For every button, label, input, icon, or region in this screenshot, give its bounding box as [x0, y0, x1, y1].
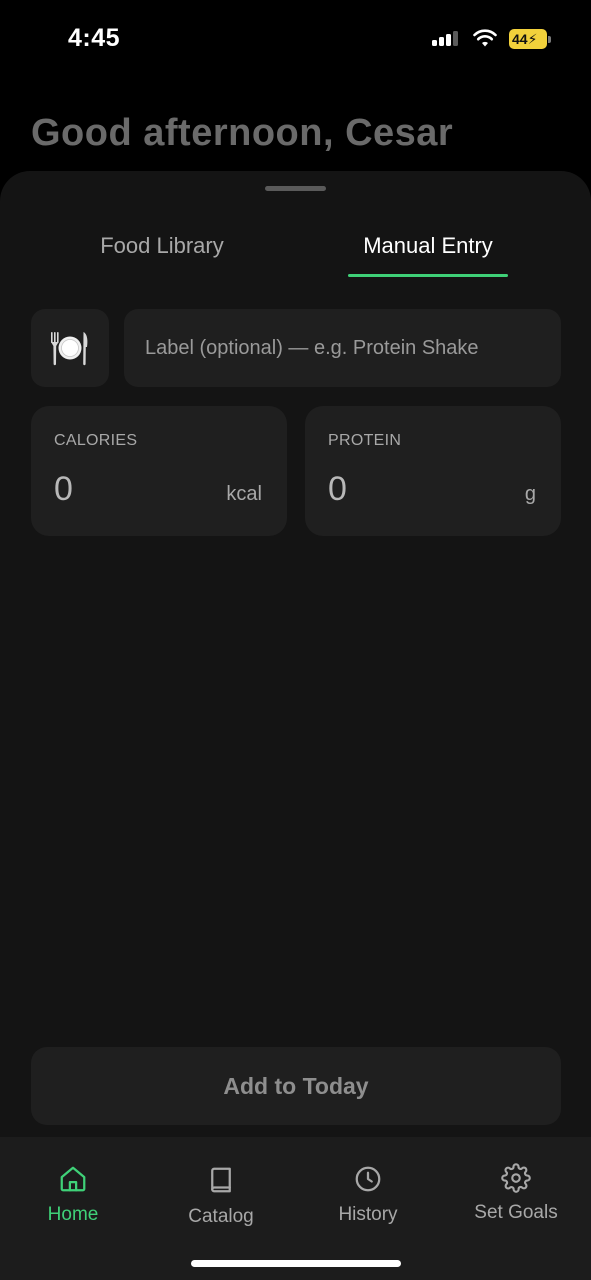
greeting-heading: Good afternoon, Cesar — [31, 112, 454, 154]
protein-label: PROTEIN — [328, 432, 402, 449]
home-indicator[interactable] — [191, 1260, 401, 1267]
clock-icon — [355, 1166, 381, 1192]
nav-label-catalog: Catalog — [188, 1206, 254, 1227]
protein-unit: g — [524, 483, 536, 505]
battery-level: 44 — [512, 31, 528, 47]
tab-food-library[interactable]: Food Library — [62, 233, 262, 259]
bottom-nav: Home Catalog History Set Goals — [0, 1137, 591, 1280]
sheet-grabber[interactable] — [265, 186, 326, 191]
calories-label: CALORIES — [54, 432, 138, 449]
home-icon — [60, 1166, 86, 1192]
nav-item-home[interactable]: Home — [3, 1137, 143, 1247]
status-time: 4:45 — [68, 24, 121, 52]
status-bar: 4:45 44⚡ — [0, 0, 591, 80]
nav-label-home: Home — [47, 1204, 99, 1225]
plate-utensils-icon — [51, 332, 88, 366]
protein-field[interactable]: PROTEIN 0 g — [305, 406, 561, 536]
nav-item-set-goals[interactable]: Set Goals — [446, 1137, 586, 1247]
calories-field[interactable]: CALORIES 0 kcal — [31, 406, 287, 536]
gear-icon — [501, 1163, 531, 1193]
cellular-signal-icon — [432, 30, 462, 46]
protein-value[interactable]: 0 — [328, 470, 347, 509]
calories-value[interactable]: 0 — [54, 470, 73, 509]
label-input[interactable] — [124, 309, 561, 387]
nav-label-history: History — [338, 1204, 398, 1225]
calories-unit: kcal — [226, 483, 262, 505]
active-tab-indicator — [348, 274, 508, 277]
food-icon-picker[interactable] — [31, 309, 109, 387]
add-to-today-button[interactable]: Add to Today — [31, 1047, 561, 1125]
tab-manual-entry[interactable]: Manual Entry — [328, 233, 528, 259]
nav-label-set-goals: Set Goals — [474, 1202, 558, 1223]
battery-icon: 44⚡ — [509, 29, 551, 49]
nav-item-history[interactable]: History — [298, 1137, 438, 1247]
book-icon — [211, 1167, 231, 1193]
nav-item-catalog[interactable]: Catalog — [151, 1137, 291, 1247]
add-food-sheet: Food Library Manual Entry CALORIES 0 kca… — [0, 171, 591, 1280]
wifi-icon — [473, 29, 497, 47]
